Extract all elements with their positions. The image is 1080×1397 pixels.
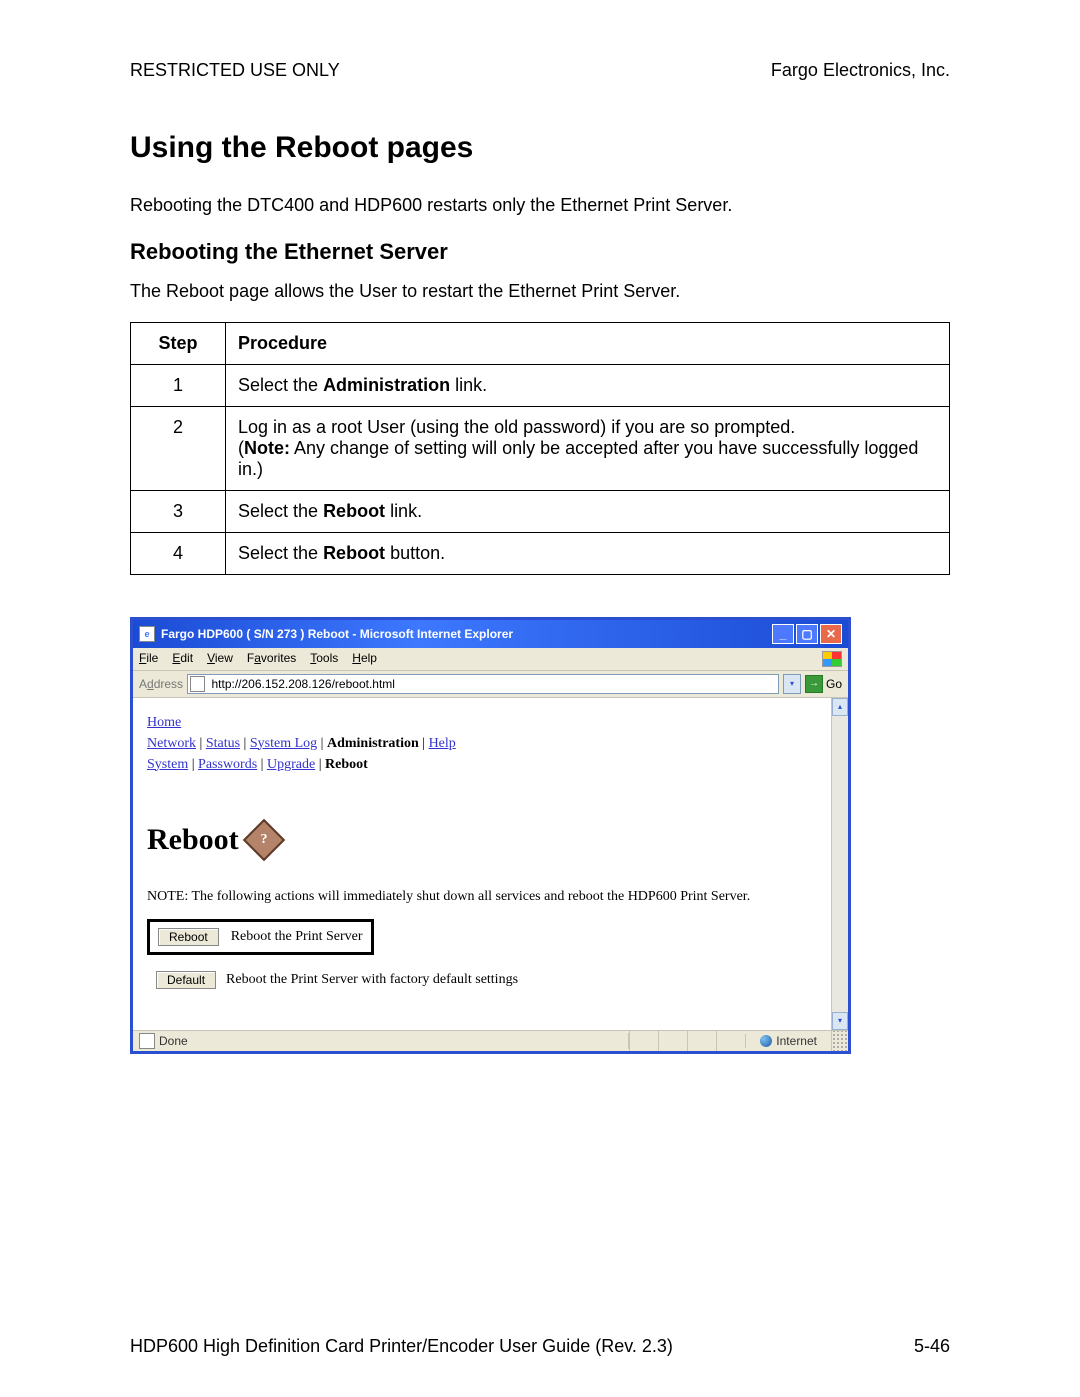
page-icon [190, 676, 205, 692]
nav-reboot[interactable]: Reboot [325, 757, 368, 772]
status-cell [658, 1031, 687, 1051]
step-text: Select the Reboot button. [226, 532, 950, 574]
nav-network[interactable]: Network [147, 736, 196, 751]
page-header: RESTRICTED USE ONLY Fargo Electronics, I… [130, 60, 950, 81]
status-text: Done [159, 1034, 188, 1048]
scroll-up-button[interactable]: ▴ [832, 698, 848, 716]
table-row: 4 Select the Reboot button. [131, 532, 950, 574]
footer-right: 5-46 [914, 1336, 950, 1357]
reboot-heading-icon [242, 818, 284, 860]
ie-page-content: Home Network | Status | System Log | Adm… [133, 698, 831, 1030]
menu-file[interactable]: File [139, 651, 158, 667]
ie-page-icon: e [139, 626, 155, 642]
status-cell [716, 1031, 745, 1051]
sub-intro-paragraph: The Reboot page allows the User to resta… [130, 279, 950, 303]
nav-upgrade[interactable]: Upgrade [267, 757, 315, 772]
go-label: Go [826, 677, 842, 691]
scroll-down-button[interactable]: ▾ [832, 1012, 848, 1030]
header-right: Fargo Electronics, Inc. [771, 60, 950, 81]
reboot-highlight-box: Reboot Reboot the Print Server [147, 919, 374, 955]
procedure-table: Step Procedure 1 Select the Administrati… [130, 322, 950, 575]
status-cell [629, 1031, 658, 1051]
menu-view[interactable]: View [207, 651, 233, 667]
ie-title-bar[interactable]: e Fargo HDP600 ( S/N 273 ) Reboot - Micr… [133, 620, 848, 648]
reboot-heading-text: Reboot [147, 823, 239, 857]
windows-flag-icon [822, 651, 842, 667]
col-header-step: Step [131, 322, 226, 364]
nav-administration[interactable]: Administration [327, 736, 419, 751]
ie-window-title: Fargo HDP600 ( S/N 273 ) Reboot - Micros… [161, 627, 513, 641]
maximize-button[interactable]: ▢ [796, 624, 818, 644]
col-header-procedure: Procedure [226, 322, 950, 364]
status-page-icon [139, 1033, 155, 1049]
header-left: RESTRICTED USE ONLY [130, 60, 340, 81]
step-number: 4 [131, 532, 226, 574]
site-nav-links: Home Network | Status | System Log | Adm… [147, 712, 821, 775]
step-number: 2 [131, 406, 226, 490]
menu-tools[interactable]: Tools [310, 651, 338, 667]
address-dropdown-button[interactable]: ▾ [783, 674, 801, 694]
resize-grip-icon[interactable] [831, 1031, 848, 1051]
default-button[interactable]: Default [156, 971, 216, 989]
table-row: 3 Select the Reboot link. [131, 490, 950, 532]
ie-address-bar: Address ▾ → Go [133, 671, 848, 698]
go-arrow-icon: → [805, 675, 823, 693]
nav-help[interactable]: Help [429, 736, 456, 751]
step-number: 3 [131, 490, 226, 532]
step-text: Log in as a root User (using the old pas… [226, 406, 950, 490]
scroll-track[interactable] [832, 716, 848, 1012]
step-text: Select the Reboot link. [226, 490, 950, 532]
go-button[interactable]: → Go [805, 675, 842, 693]
document-page: RESTRICTED USE ONLY Fargo Electronics, I… [0, 0, 1080, 1397]
status-cell [687, 1031, 716, 1051]
intro-paragraph: Rebooting the DTC400 and HDP600 restarts… [130, 193, 950, 217]
menu-edit[interactable]: Edit [172, 651, 193, 667]
step-number: 1 [131, 364, 226, 406]
step-text: Select the Administration link. [226, 364, 950, 406]
footer-left: HDP600 High Definition Card Printer/Enco… [130, 1336, 673, 1357]
status-zone: Internet [745, 1034, 831, 1048]
nav-system[interactable]: System [147, 757, 188, 772]
table-row: 2 Log in as a root User (using the old p… [131, 406, 950, 490]
page-footer: HDP600 High Definition Card Printer/Enco… [130, 1336, 950, 1357]
reboot-button[interactable]: Reboot [158, 928, 219, 946]
heading-1: Using the Reboot pages [130, 131, 950, 165]
ie-menu-bar: File Edit View Favorites Tools Help [133, 648, 848, 671]
address-input[interactable] [209, 676, 776, 692]
close-button[interactable]: ✕ [820, 624, 842, 644]
default-desc: Reboot the Print Server with factory def… [226, 972, 518, 988]
page-heading-reboot: Reboot [147, 823, 821, 857]
heading-2: Rebooting the Ethernet Server [130, 239, 950, 265]
reboot-note: NOTE: The following actions will immedia… [147, 889, 821, 905]
status-zone-label: Internet [776, 1034, 817, 1048]
internet-zone-icon [760, 1035, 772, 1047]
menu-favorites[interactable]: Favorites [247, 651, 296, 667]
address-label: Address [139, 677, 183, 691]
nav-status[interactable]: Status [206, 736, 240, 751]
ie-vertical-scrollbar[interactable]: ▴ ▾ [831, 698, 848, 1030]
reboot-action-row: Reboot Reboot the Print Server [147, 919, 821, 955]
nav-system-log[interactable]: System Log [250, 736, 317, 751]
table-row: 1 Select the Administration link. [131, 364, 950, 406]
address-input-wrap[interactable] [187, 674, 779, 694]
ie-status-bar: Done Internet [133, 1030, 848, 1051]
reboot-desc: Reboot the Print Server [231, 929, 363, 945]
nav-home[interactable]: Home [147, 715, 181, 730]
minimize-button[interactable]: _ [772, 624, 794, 644]
screenshot-ie-window: e Fargo HDP600 ( S/N 273 ) Reboot - Micr… [130, 617, 851, 1054]
menu-help[interactable]: Help [352, 651, 377, 667]
default-action-row: Default Reboot the Print Server with fac… [147, 971, 821, 989]
nav-passwords[interactable]: Passwords [198, 757, 257, 772]
